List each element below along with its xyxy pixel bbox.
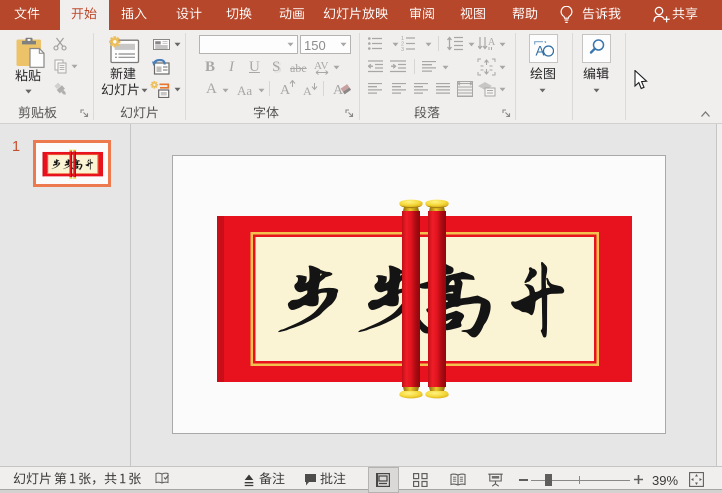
svg-text:AV: AV (314, 60, 329, 72)
svg-text:A: A (303, 84, 312, 97)
svg-text:A: A (488, 37, 496, 48)
svg-text:A: A (280, 83, 291, 97)
svg-text:3: 3 (401, 47, 404, 51)
